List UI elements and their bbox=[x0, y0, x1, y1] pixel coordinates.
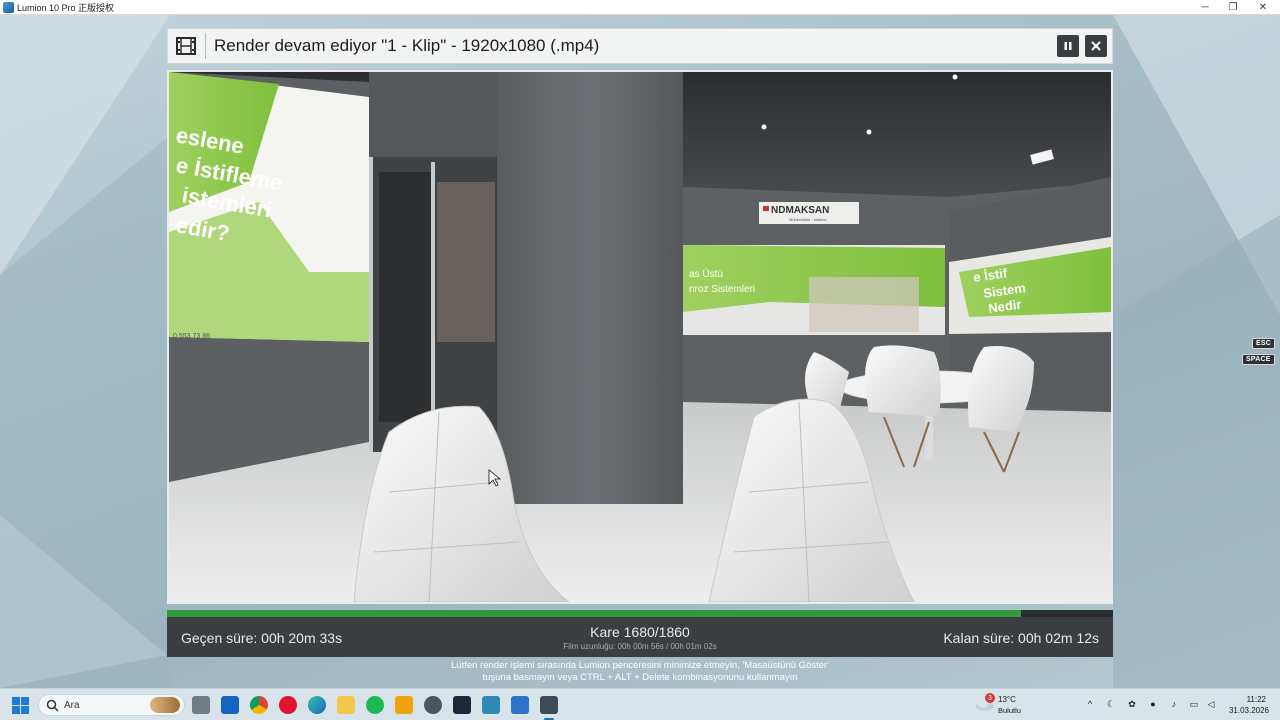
volume-icon[interactable]: ◁ bbox=[1205, 698, 1217, 710]
windows-taskbar: Ara 3 13°C Bulutlu ^ ☾ ✿ ● ♪ ▭ ◁ 11:22 3… bbox=[0, 688, 1280, 720]
render-warning-line-1: Lütfen render işlemi sırasında Lumion pe… bbox=[451, 660, 829, 671]
lumion-app-icon bbox=[3, 1, 14, 13]
steam-tray-icon[interactable]: ● bbox=[1147, 698, 1159, 710]
film-strip-icon bbox=[176, 37, 196, 55]
poster-phone: 0 553 73 86 bbox=[173, 333, 210, 340]
render-progress-bar bbox=[167, 610, 1113, 617]
lumion-taskbar-icon[interactable] bbox=[540, 696, 558, 720]
search-icon bbox=[46, 699, 59, 712]
blender-icon[interactable] bbox=[395, 696, 413, 714]
task-view-icon[interactable] bbox=[192, 696, 210, 714]
monitor-app-icon[interactable] bbox=[482, 696, 500, 714]
window-title: Lumion 10 Pro 正版授权 bbox=[17, 2, 115, 13]
microphone-icon[interactable]: ♪ bbox=[1168, 698, 1180, 710]
pause-render-button[interactable] bbox=[1057, 35, 1079, 57]
file-explorer-icon[interactable] bbox=[337, 696, 355, 714]
render-warning-line-2: tuşuna basmayın veya CTRL + ALT + Delete… bbox=[482, 672, 798, 683]
brand-logo-text: NDMAKSAN bbox=[771, 205, 829, 216]
pause-icon bbox=[1064, 42, 1072, 50]
render-preview-image: eslene e İstifleme istemleri edir? 0 553… bbox=[169, 72, 1111, 602]
render-progress-fill bbox=[167, 610, 1022, 617]
space-key-hint[interactable]: SPACE bbox=[1242, 354, 1275, 365]
chrome-icon[interactable] bbox=[250, 696, 268, 714]
opera-icon[interactable] bbox=[279, 696, 297, 714]
cancel-render-button[interactable] bbox=[1085, 35, 1107, 57]
banner-text: nroz Sistemleri bbox=[689, 284, 755, 295]
taskbar-search-box[interactable]: Ara bbox=[38, 694, 185, 716]
window-titlebar: Lumion 10 Pro 正版授权 ─ ❐ ✕ bbox=[0, 0, 1280, 15]
outlook-icon[interactable] bbox=[221, 696, 239, 714]
render-preview: eslene e İstifleme istemleri edir? 0 553… bbox=[167, 70, 1113, 604]
tracker-icon[interactable] bbox=[424, 696, 442, 714]
weather-description[interactable]: Bulutlu bbox=[998, 706, 1021, 715]
edge-icon[interactable] bbox=[308, 696, 326, 714]
search-placeholder: Ara bbox=[64, 700, 80, 711]
clock-date[interactable]: 31.03.2026 bbox=[1229, 706, 1269, 715]
search-highlight-image bbox=[150, 697, 180, 713]
spotify-icon[interactable] bbox=[366, 696, 384, 714]
header-divider bbox=[205, 33, 206, 59]
render-status-bar: Geçen süre: 00h 20m 33s Kare 1680/1860 F… bbox=[167, 617, 1113, 657]
weather-temperature[interactable]: 13°C bbox=[998, 695, 1016, 704]
render-dialog-header: Render devam ediyor "1 - Klip" - 1920x10… bbox=[167, 28, 1113, 64]
render-dialog-title: Render devam ediyor "1 - Klip" - 1920x10… bbox=[214, 36, 600, 55]
minimize-button[interactable]: ─ bbox=[1190, 0, 1220, 15]
brand-tagline: Mühendislik · Makine bbox=[789, 217, 827, 222]
window-close-button[interactable]: ✕ bbox=[1248, 0, 1278, 15]
close-icon bbox=[1091, 41, 1101, 51]
remaining-time: Kalan süre: 00h 02m 12s bbox=[943, 630, 1099, 646]
esc-key-hint[interactable]: ESC bbox=[1252, 338, 1275, 349]
tray-app-icon[interactable]: ✿ bbox=[1126, 698, 1138, 710]
steam-icon[interactable] bbox=[453, 696, 471, 714]
show-hidden-icons-chevron-icon[interactable]: ^ bbox=[1084, 698, 1096, 710]
banner-text: as Üstü bbox=[689, 268, 723, 280]
clock-time[interactable]: 11:22 bbox=[1247, 695, 1266, 704]
weather-notification-badge: 3 bbox=[985, 693, 995, 703]
restore-button[interactable]: ❐ bbox=[1218, 0, 1248, 15]
paint-icon[interactable] bbox=[511, 696, 529, 714]
network-icon[interactable]: ▭ bbox=[1188, 698, 1200, 710]
windows-start-icon[interactable] bbox=[12, 697, 29, 714]
tray-app-icon[interactable]: ☾ bbox=[1105, 698, 1117, 710]
